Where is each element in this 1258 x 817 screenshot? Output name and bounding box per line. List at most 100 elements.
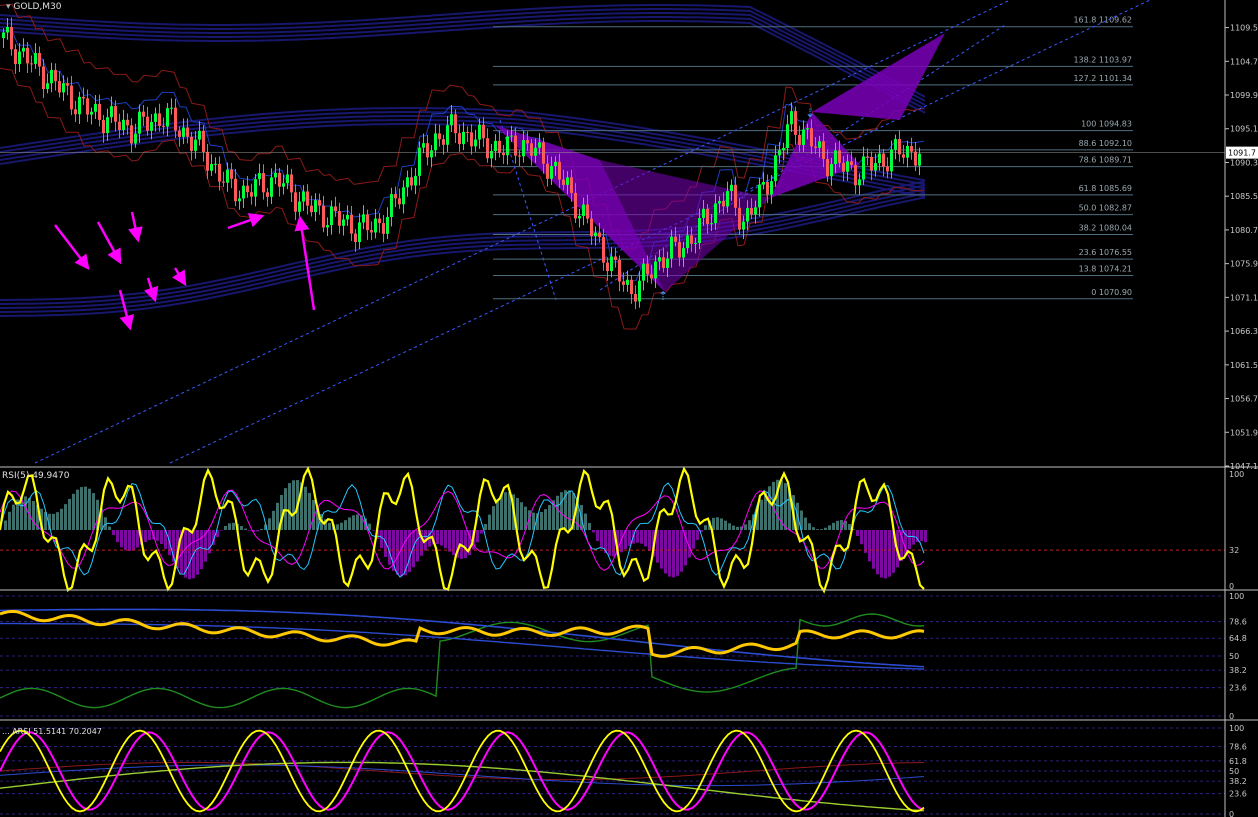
bear-candle — [86, 98, 89, 115]
bear-candle — [722, 200, 725, 207]
bull-candle — [478, 124, 481, 140]
rsi-histogram-bar — [720, 518, 723, 530]
bull-candle — [2, 32, 5, 39]
rsi-histogram-bar — [640, 530, 643, 544]
bear-candle — [158, 113, 161, 126]
bull-candle — [430, 150, 433, 158]
bull-candle — [238, 198, 241, 202]
bull-candle — [582, 204, 585, 216]
bull-candle — [134, 133, 137, 144]
bull-candle — [758, 184, 761, 208]
rsi-histogram-bar — [680, 530, 683, 572]
bull-candle — [94, 103, 97, 112]
bear-candle — [350, 214, 353, 234]
bull-candle — [62, 83, 65, 93]
bull-candle — [166, 108, 169, 127]
bear-candle — [690, 235, 693, 244]
bear-candle — [810, 128, 813, 147]
bull-candle — [578, 215, 581, 219]
bull-candle — [894, 139, 897, 150]
rsi-histogram-bar — [556, 495, 559, 530]
bear-candle — [662, 257, 665, 268]
pattern-point-marker: ⇣ — [805, 106, 815, 120]
bull-candle — [686, 235, 689, 249]
bear-candle — [246, 185, 249, 193]
bull-candle — [22, 47, 25, 52]
fib-level-label: 38.2 1080.04 — [1079, 224, 1132, 233]
bear-candle — [234, 178, 237, 202]
panel3-scale-label: 0 — [1229, 810, 1234, 817]
bear-candle — [398, 198, 401, 205]
rsi-histogram-bar — [344, 520, 347, 530]
rsi-histogram-bar — [856, 530, 859, 537]
rsi-histogram-bar — [76, 489, 79, 530]
bull-candle — [34, 53, 37, 64]
bear-candle — [394, 194, 397, 199]
bear-candle — [850, 161, 853, 166]
rsi-histogram-bar — [480, 530, 483, 534]
bull-candle — [214, 163, 217, 165]
rsi-histogram-bar — [732, 525, 735, 530]
rsi-histogram-bar — [816, 529, 819, 530]
bear-candle — [74, 109, 77, 115]
trading-chart[interactable]: 161.8 1109.62 138.2 1103.97 127.2 1101.34 1… — [0, 0, 1258, 817]
bull-candle — [450, 114, 453, 126]
price-tick-label: 1085.50 — [1230, 192, 1258, 201]
bear-candle — [370, 230, 373, 233]
bear-candle — [854, 165, 857, 186]
rsi-histogram-bar — [60, 508, 63, 530]
bull-candle — [50, 69, 53, 84]
rsi-histogram-bar — [832, 522, 835, 530]
bear-candle — [186, 127, 189, 137]
bull-candle — [670, 236, 673, 259]
rsi-histogram-bar — [448, 530, 451, 552]
bull-candle — [610, 256, 613, 272]
bull-candle — [422, 143, 425, 148]
bear-candle — [630, 279, 633, 295]
bear-candle — [842, 162, 845, 172]
bull-candle — [154, 113, 157, 122]
bull-candle — [806, 128, 809, 130]
bear-candle — [614, 256, 617, 261]
bear-candle — [530, 143, 533, 156]
bear-candle — [262, 173, 265, 193]
bull-candle — [406, 177, 409, 188]
bull-candle — [270, 177, 273, 197]
bear-candle — [410, 177, 413, 186]
bull-candle — [702, 208, 705, 219]
bull-candle — [770, 181, 773, 195]
fib-level-label: 138.2 1103.97 — [1073, 55, 1132, 64]
rsi-histogram-bar — [112, 530, 115, 536]
bull-candle — [342, 219, 345, 226]
rsi-histogram-bar — [712, 517, 715, 530]
bear-candle — [734, 184, 737, 208]
bull-candle — [374, 218, 377, 233]
bear-candle — [466, 131, 469, 133]
rsi-scale-label: 32 — [1229, 546, 1239, 555]
bear-candle — [382, 223, 385, 234]
bull-candle — [830, 164, 833, 177]
bear-candle — [218, 163, 221, 182]
bull-candle — [182, 127, 185, 137]
rsi-histogram-bar — [132, 530, 135, 550]
price-tick-label: 1099.90 — [1230, 91, 1258, 100]
rsi-histogram-bar — [336, 524, 339, 530]
rsi-histogram-bar — [8, 511, 11, 530]
bull-candle — [106, 117, 109, 134]
bear-candle — [42, 66, 45, 90]
rsi-histogram-bar — [488, 514, 491, 530]
bear-candle — [178, 130, 181, 137]
bear-candle — [886, 166, 889, 172]
bear-candle — [598, 232, 601, 238]
bull-candle — [402, 187, 405, 205]
rsi-histogram-bar — [220, 530, 223, 531]
rsi-histogram-bar — [276, 502, 279, 530]
rsi-histogram-bar — [872, 530, 875, 569]
rsi-histogram-bar — [352, 515, 355, 530]
rsi-histogram-bar — [440, 530, 443, 546]
bear-candle — [162, 125, 165, 127]
dropdown-triangle-icon[interactable]: ▾ — [6, 2, 11, 12]
price-tick-label: 1104.70 — [1230, 57, 1258, 66]
bear-candle — [646, 263, 649, 275]
rsi-histogram-bar — [348, 517, 351, 530]
